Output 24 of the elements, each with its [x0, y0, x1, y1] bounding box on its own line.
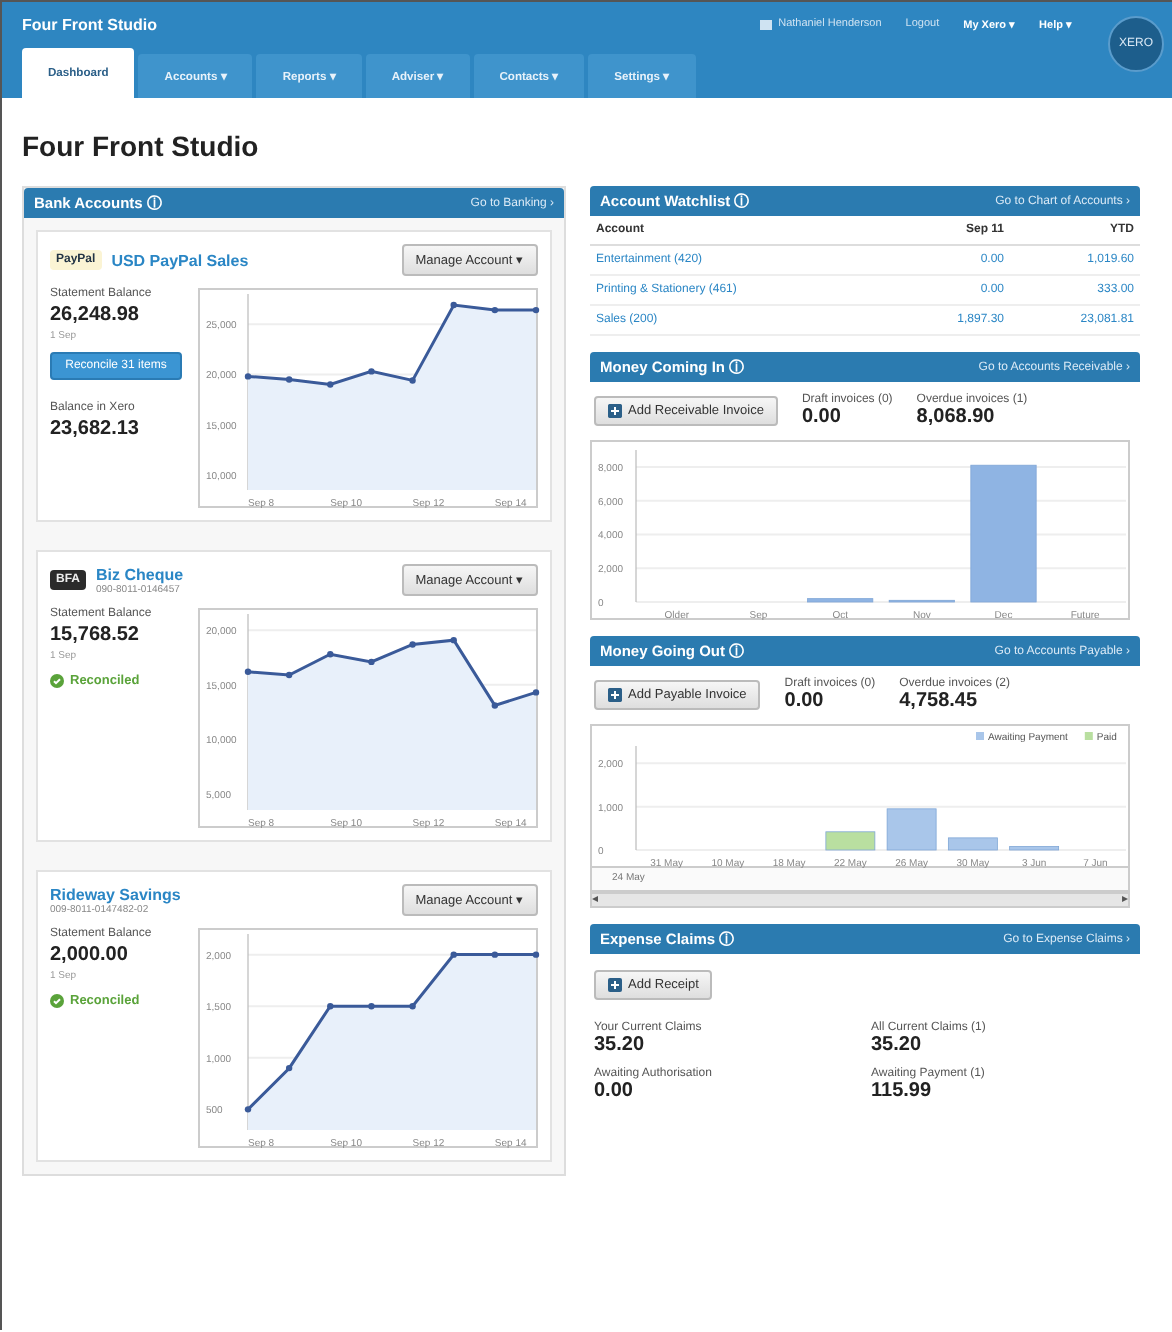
y-axis: [635, 745, 637, 851]
balance-amount: 15,768.52: [50, 624, 141, 646]
stat-amount: 115.99: [871, 1080, 934, 1102]
balance-amount: 23,682.13: [50, 418, 141, 440]
plus-icon: [608, 404, 622, 418]
balance-amount: 26,248.98: [50, 304, 141, 326]
stat-amount: 35.20: [871, 1034, 924, 1056]
stat-amount: 0.00: [784, 690, 826, 712]
stat-amount: 0.00: [594, 1080, 635, 1102]
balance-amount: 2,000.00: [50, 944, 130, 966]
stat-amount: 35.20: [594, 1034, 647, 1056]
page-title: Four Front Studio: [22, 130, 261, 162]
organisation-name: Four Front Studio: [22, 15, 160, 33]
user-icon: [760, 19, 773, 29]
stat-amount: 0.00: [801, 406, 843, 428]
account-name[interactable]: Rideway Savings: [50, 885, 181, 903]
account-name[interactable]: USD PayPal Sales: [111, 251, 249, 269]
stat-amount: 8,068.90: [916, 406, 997, 428]
plus-icon: [608, 978, 622, 992]
stat-amount: 4,758.45: [899, 690, 980, 712]
plus-icon: [608, 688, 622, 702]
check-icon: [50, 674, 64, 688]
check-icon: [50, 994, 64, 1008]
account-name[interactable]: Biz Cheque: [96, 565, 184, 583]
